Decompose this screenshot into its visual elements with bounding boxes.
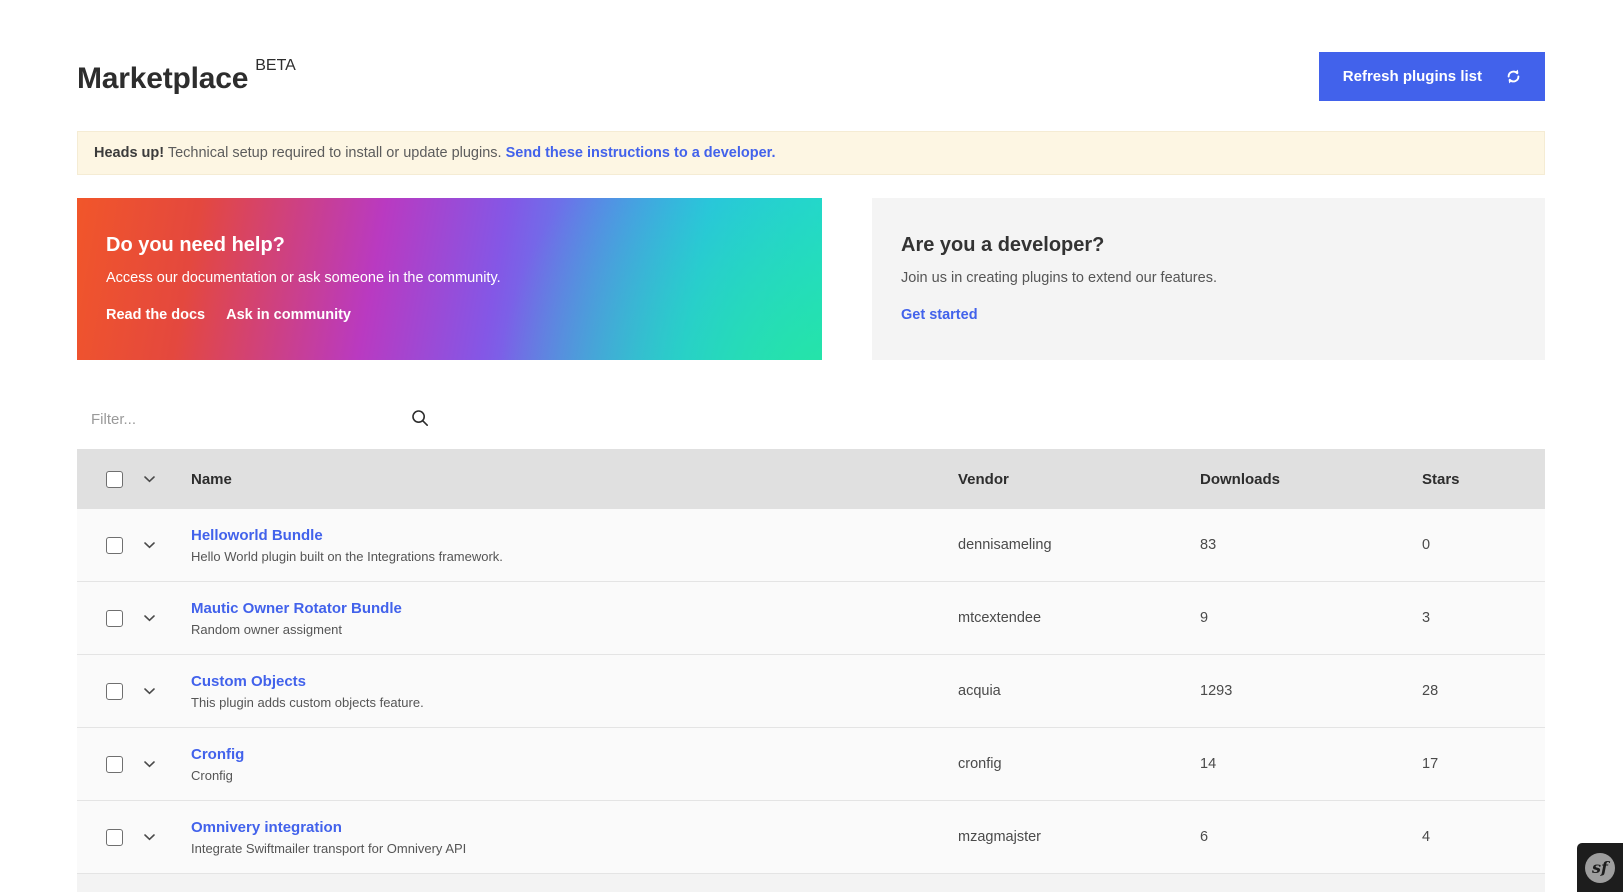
plugin-description: Random owner assigment <box>191 622 958 637</box>
chevron-down-icon[interactable] <box>123 542 175 549</box>
developer-card: Are you a developer? Join us in creating… <box>872 198 1545 360</box>
help-card-links: Read the docs Ask in community <box>106 307 792 323</box>
help-card-description: Access our documentation or ask someone … <box>106 270 792 286</box>
refresh-plugins-button-label: Refresh plugins list <box>1343 68 1482 85</box>
developer-card-description: Join us in creating plugins to extend ou… <box>901 270 1515 286</box>
marketplace-page: Marketplace BETA Refresh plugins list Hea… <box>77 0 1545 892</box>
plugin-stars: 17 <box>1422 756 1545 772</box>
header-chevron-down-icon[interactable] <box>123 476 175 483</box>
plugin-description: This plugin adds custom objects feature. <box>191 695 958 710</box>
alert-message: Technical setup required to install or u… <box>164 145 506 161</box>
column-header-name: Name <box>175 471 958 488</box>
plugin-downloads: 14 <box>1200 756 1422 772</box>
filter-input[interactable] <box>77 411 317 428</box>
refresh-plugins-button[interactable]: Refresh plugins list <box>1319 52 1545 101</box>
table-row: Cronfig Cronfig cronfig 14 17 <box>77 728 1545 801</box>
plugin-vendor: acquia <box>958 683 1200 699</box>
plugin-stars: 0 <box>1422 537 1545 553</box>
beta-badge: BETA <box>255 57 296 74</box>
plugin-description: Hello World plugin built on the Integrat… <box>191 549 958 564</box>
search-icon <box>411 409 429 430</box>
get-started-link[interactable]: Get started <box>901 307 978 323</box>
plugins-table: Name Vendor Downloads Stars Helloworld B… <box>77 449 1545 892</box>
symfony-logo-icon: sf <box>1585 853 1615 883</box>
column-header-vendor: Vendor <box>958 471 1200 488</box>
plugin-name-link[interactable]: Cronfig <box>191 746 244 763</box>
row-checkbox[interactable] <box>106 756 123 773</box>
refresh-icon <box>1504 67 1523 86</box>
chevron-down-icon[interactable] <box>123 834 175 841</box>
plugin-vendor: mzagmajster <box>958 829 1200 845</box>
plugin-name-link[interactable]: Mautic Owner Rotator Bundle <box>191 600 402 617</box>
plugin-downloads: 83 <box>1200 537 1422 553</box>
table-row: Custom Objects This plugin adds custom o… <box>77 655 1545 728</box>
developer-card-title: Are you a developer? <box>901 234 1515 257</box>
ask-in-community-link[interactable]: Ask in community <box>226 307 351 323</box>
plugin-name-link[interactable]: Custom Objects <box>191 673 306 690</box>
plugin-stars: 28 <box>1422 683 1545 699</box>
plugin-stars: 4 <box>1422 829 1545 845</box>
row-checkbox[interactable] <box>106 537 123 554</box>
search-icon-button[interactable] <box>407 405 433 434</box>
row-checkbox[interactable] <box>106 610 123 627</box>
plugin-name-link[interactable]: Helloworld Bundle <box>191 527 323 544</box>
plugin-description: Integrate Swiftmailer transport for Omni… <box>191 841 958 856</box>
help-card-title: Do you need help? <box>106 234 792 257</box>
table-row-partial <box>77 874 1545 892</box>
table-row: Mautic Owner Rotator Bundle Random owner… <box>77 582 1545 655</box>
help-card: Do you need help? Access our documentati… <box>77 198 822 360</box>
row-checkbox[interactable] <box>106 683 123 700</box>
page-header: Marketplace BETA Refresh plugins list <box>77 0 1545 101</box>
alert-lead: Heads up! <box>94 145 164 161</box>
plugins-table-header: Name Vendor Downloads Stars <box>77 449 1545 509</box>
page-title: Marketplace BETA <box>77 57 296 96</box>
plugin-downloads: 6 <box>1200 829 1422 845</box>
chevron-down-icon[interactable] <box>123 761 175 768</box>
plugin-name-link[interactable]: Omnivery integration <box>191 819 342 836</box>
chevron-down-icon[interactable] <box>123 615 175 622</box>
plugin-vendor: cronfig <box>958 756 1200 772</box>
column-header-stars: Stars <box>1422 471 1545 488</box>
plugin-downloads: 1293 <box>1200 683 1422 699</box>
column-header-downloads: Downloads <box>1200 471 1422 488</box>
send-instructions-link[interactable]: Send these instructions to a developer. <box>506 145 776 161</box>
table-row: Omnivery integration Integrate Swiftmail… <box>77 801 1545 874</box>
symfony-profiler-toggle[interactable]: sf <box>1577 843 1623 892</box>
plugin-description: Cronfig <box>191 768 958 783</box>
plugin-vendor: mtcextendee <box>958 610 1200 626</box>
filter-row <box>77 400 1545 438</box>
chevron-down-icon[interactable] <box>123 688 175 695</box>
plugin-vendor: dennisameling <box>958 537 1200 553</box>
select-all-checkbox[interactable] <box>106 471 123 488</box>
setup-alert: Heads up! Technical setup required to in… <box>77 131 1545 175</box>
read-the-docs-link[interactable]: Read the docs <box>106 307 205 323</box>
info-cards: Do you need help? Access our documentati… <box>77 198 1545 360</box>
plugin-downloads: 9 <box>1200 610 1422 626</box>
row-checkbox[interactable] <box>106 829 123 846</box>
table-row: Helloworld Bundle Hello World plugin bui… <box>77 509 1545 582</box>
plugin-stars: 3 <box>1422 610 1545 626</box>
page-title-text: Marketplace <box>77 62 248 95</box>
